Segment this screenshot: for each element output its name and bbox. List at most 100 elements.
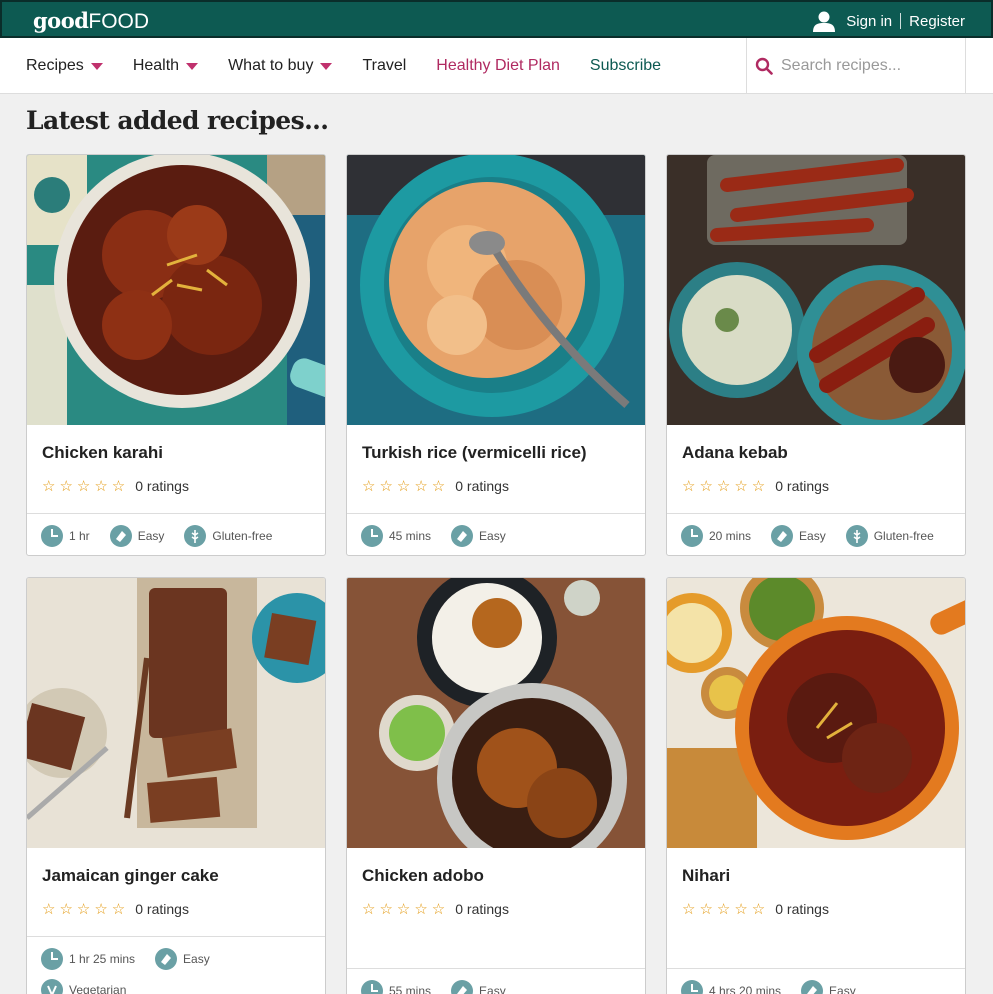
search-icon[interactable] bbox=[755, 57, 773, 75]
sign-in-link[interactable]: Sign in bbox=[846, 13, 892, 30]
recipe-skill: Easy bbox=[799, 529, 826, 543]
recipe-card[interactable]: Turkish rice (vermicelli rice) ☆☆☆☆☆ 0 r… bbox=[346, 154, 646, 556]
recipe-time: 20 mins bbox=[709, 529, 752, 543]
star-rating-icon[interactable]: ☆☆☆☆☆ bbox=[362, 900, 449, 918]
star-rating-icon[interactable]: ☆☆☆☆☆ bbox=[682, 477, 769, 495]
recipe-skill: Easy bbox=[137, 529, 165, 543]
chef-hat-icon bbox=[451, 980, 474, 994]
nav-label: Subscribe bbox=[589, 57, 662, 74]
rating-count: 0 ratings bbox=[455, 478, 509, 494]
recipe-card[interactable]: Chicken adobo ☆☆☆☆☆ 0 ratings 55 mins Ea… bbox=[346, 577, 646, 994]
recipe-meta: 20 mins Easy Gluten-free bbox=[667, 513, 965, 555]
recipe-time: 4 hrs 20 mins bbox=[709, 984, 782, 994]
recipe-title[interactable]: Chicken karahi bbox=[42, 443, 310, 463]
star-rating-icon[interactable]: ☆☆☆☆☆ bbox=[682, 900, 769, 918]
rating-count: 0 ratings bbox=[135, 478, 189, 494]
chef-hat-icon bbox=[801, 980, 824, 994]
recipe-meta: 45 mins Easy bbox=[347, 513, 645, 555]
recipe-skill: Easy bbox=[479, 529, 506, 543]
rating[interactable]: ☆☆☆☆☆ 0 ratings bbox=[42, 477, 310, 495]
recipe-meta: 55 mins Easy bbox=[347, 968, 645, 994]
top-bar: goodFOOD Sign in Register bbox=[0, 0, 993, 38]
nav-label: What to buy bbox=[228, 57, 314, 74]
recipe-diet: Gluten-free bbox=[212, 529, 273, 543]
rating-count: 0 ratings bbox=[455, 901, 509, 917]
recipe-time: 1 hr bbox=[69, 529, 90, 543]
wheat-icon bbox=[184, 525, 207, 547]
rating[interactable]: ☆☆☆☆☆ 0 ratings bbox=[42, 900, 310, 918]
recipe-time: 45 mins bbox=[389, 529, 432, 543]
rating-count: 0 ratings bbox=[135, 901, 189, 917]
user-icon[interactable] bbox=[810, 10, 838, 32]
nav-item-health[interactable]: Health bbox=[132, 57, 199, 75]
recipe-card[interactable]: Adana kebab ☆☆☆☆☆ 0 ratings 20 mins Easy… bbox=[666, 154, 966, 556]
recipe-card[interactable]: Chicken karahi ☆☆☆☆☆ 0 ratings 1 hr Easy… bbox=[26, 154, 326, 556]
chef-hat-icon bbox=[155, 948, 178, 970]
chevron-down-icon bbox=[320, 63, 333, 70]
star-rating-icon[interactable]: ☆☆☆☆☆ bbox=[42, 477, 129, 495]
recipe-image[interactable] bbox=[27, 578, 325, 848]
nav-item-healthy-diet-plan[interactable]: Healthy Diet Plan bbox=[436, 57, 560, 75]
page-title: Latest added recipes... bbox=[26, 106, 329, 135]
vegetarian-icon bbox=[41, 979, 63, 994]
clock-icon bbox=[681, 980, 703, 994]
nav-label: Healthy Diet Plan bbox=[436, 57, 560, 74]
rating[interactable]: ☆☆☆☆☆ 0 ratings bbox=[682, 477, 950, 495]
nav-label: Travel bbox=[362, 57, 407, 74]
recipe-title[interactable]: Nihari bbox=[682, 866, 950, 886]
rating-count: 0 ratings bbox=[775, 478, 829, 494]
logo-good: good bbox=[33, 8, 89, 33]
rating[interactable]: ☆☆☆☆☆ 0 ratings bbox=[362, 477, 630, 495]
recipe-meta: 4 hrs 20 mins Easy bbox=[667, 968, 965, 994]
main-nav: Recipes Health What to buy Travel Health… bbox=[0, 38, 993, 94]
chef-hat-icon bbox=[451, 525, 474, 547]
search-box bbox=[746, 38, 966, 94]
clock-icon bbox=[361, 525, 383, 547]
nav-item-travel[interactable]: Travel bbox=[362, 57, 406, 75]
nav-label: Recipes bbox=[26, 57, 84, 74]
chef-hat-icon bbox=[771, 525, 794, 547]
recipe-card[interactable]: Nihari ☆☆☆☆☆ 0 ratings 4 hrs 20 mins Eas… bbox=[666, 577, 966, 994]
clock-icon bbox=[41, 525, 63, 547]
rating[interactable]: ☆☆☆☆☆ 0 ratings bbox=[682, 900, 950, 918]
recipe-image[interactable] bbox=[347, 578, 645, 848]
recipe-image[interactable] bbox=[667, 578, 965, 848]
recipe-diet: Gluten-free bbox=[873, 529, 934, 543]
recipe-skill: Easy bbox=[479, 984, 506, 994]
recipe-image[interactable] bbox=[667, 155, 965, 425]
goodfood-logo[interactable]: goodFOOD bbox=[33, 8, 149, 34]
recipe-meta: 1 hr Easy Gluten-free bbox=[27, 513, 325, 555]
clock-icon bbox=[361, 980, 383, 994]
clock-icon bbox=[681, 525, 703, 547]
recipe-diet: Vegetarian bbox=[69, 983, 127, 994]
recipe-title[interactable]: Adana kebab bbox=[682, 443, 950, 463]
nav-label: Health bbox=[132, 57, 180, 74]
chevron-down-icon bbox=[186, 63, 199, 70]
nav-item-subscribe[interactable]: Subscribe bbox=[590, 57, 661, 75]
rating-count: 0 ratings bbox=[775, 901, 829, 917]
recipe-card[interactable]: Jamaican ginger cake ☆☆☆☆☆ 0 ratings 1 h… bbox=[26, 577, 326, 994]
recipe-meta: 1 hr 25 mins Easy Vegetarian bbox=[27, 936, 325, 994]
nav-item-what-to-buy[interactable]: What to buy bbox=[228, 57, 333, 75]
recipe-time: 55 mins bbox=[389, 984, 432, 994]
chef-hat-icon bbox=[109, 525, 132, 547]
star-rating-icon[interactable]: ☆☆☆☆☆ bbox=[42, 900, 129, 918]
recipe-title[interactable]: Chicken adobo bbox=[362, 866, 630, 886]
nav-item-recipes[interactable]: Recipes bbox=[26, 57, 103, 75]
recipe-skill: Easy bbox=[183, 952, 210, 966]
star-rating-icon[interactable]: ☆☆☆☆☆ bbox=[362, 477, 449, 495]
clock-icon bbox=[41, 948, 63, 970]
recipe-title[interactable]: Jamaican ginger cake bbox=[42, 866, 310, 886]
recipe-image[interactable] bbox=[27, 155, 325, 425]
account-links: Sign in Register bbox=[810, 10, 965, 32]
logo-food: FOOD bbox=[88, 10, 150, 33]
search-input[interactable] bbox=[781, 57, 951, 75]
recipe-time: 1 hr 25 mins bbox=[69, 952, 136, 966]
recipe-image[interactable] bbox=[347, 155, 645, 425]
recipe-title[interactable]: Turkish rice (vermicelli rice) bbox=[362, 443, 630, 463]
rating[interactable]: ☆☆☆☆☆ 0 ratings bbox=[362, 900, 630, 918]
chevron-down-icon bbox=[90, 63, 103, 70]
register-link[interactable]: Register bbox=[909, 13, 965, 30]
wheat-icon bbox=[845, 525, 868, 547]
divider bbox=[900, 13, 902, 29]
